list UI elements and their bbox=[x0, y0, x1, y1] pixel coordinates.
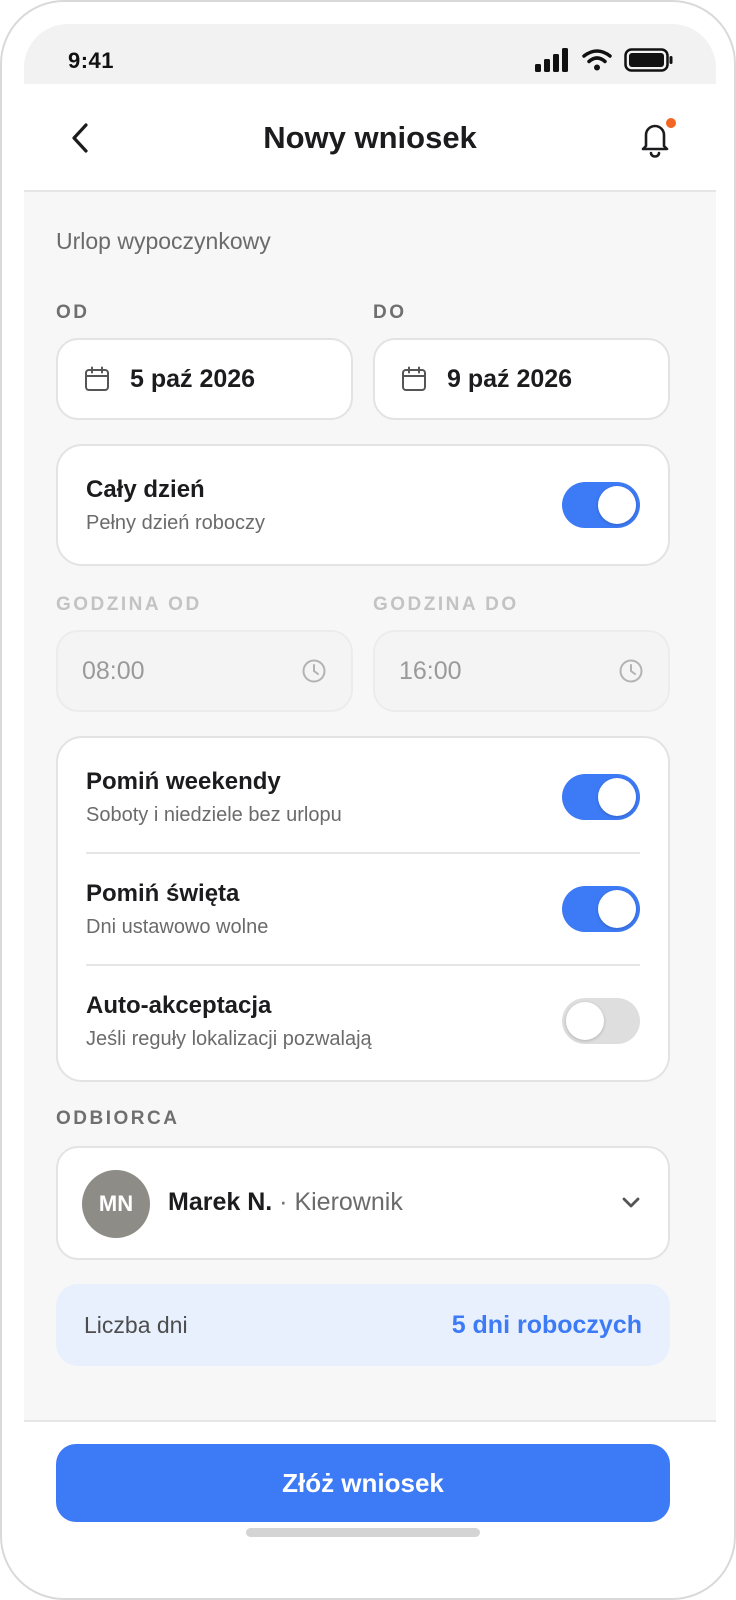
to-date-value: 9 paź 2026 bbox=[447, 364, 573, 393]
recipient-label: ODBIORCA bbox=[56, 1108, 180, 1129]
to-date-field[interactable]: 9 paź 2026 bbox=[373, 338, 670, 420]
notifications-button[interactable] bbox=[638, 116, 678, 158]
clock-icon bbox=[619, 659, 643, 683]
all-day-row: Cały dzień Pełny dzień roboczy bbox=[86, 476, 640, 535]
time-to-value: 16:00 bbox=[399, 656, 462, 685]
leave-type-label: Urlop wypoczynkowy bbox=[56, 228, 271, 254]
to-date-label: DO bbox=[373, 302, 407, 323]
battery-icon bbox=[624, 48, 673, 72]
toggle-knob bbox=[598, 890, 636, 928]
options-card: Pomiń weekendy Soboty i niedziele bez ur… bbox=[56, 736, 670, 1082]
calendar-icon bbox=[85, 366, 109, 391]
divider bbox=[86, 852, 640, 854]
all-day-card: Cały dzień Pełny dzień roboczy bbox=[56, 444, 670, 566]
calendar-icon bbox=[402, 366, 426, 391]
recipient-role: · Kierownik bbox=[279, 1188, 403, 1216]
auto-accept-toggle[interactable] bbox=[562, 998, 640, 1044]
page-title: Nowy wniosek bbox=[263, 120, 477, 155]
toggle-knob bbox=[566, 1002, 604, 1040]
skip-holidays-toggle[interactable] bbox=[562, 886, 640, 932]
submit-button[interactable]: Złóż wniosek bbox=[56, 1444, 670, 1522]
toggle-knob bbox=[598, 778, 636, 816]
from-date-value: 5 paź 2026 bbox=[130, 364, 256, 393]
auto-accept-title: Auto-akceptacja bbox=[86, 992, 272, 1019]
skip-holidays-row: Pomiń święta Dni ustawowo wolne bbox=[86, 880, 640, 939]
skip-holidays-title: Pomiń święta bbox=[86, 880, 240, 907]
recipient-select[interactable]: MN Marek N. · Kierownik bbox=[56, 1146, 670, 1260]
divider bbox=[86, 964, 640, 966]
recipient-name-line: Marek N. · Kierownik bbox=[168, 1188, 403, 1217]
all-day-toggle[interactable] bbox=[562, 482, 640, 528]
skip-weekends-title: Pomiń weekendy bbox=[86, 768, 281, 795]
notification-dot bbox=[666, 118, 676, 128]
status-bar: 9:41 bbox=[24, 24, 716, 84]
time-to-field[interactable]: 16:00 bbox=[373, 630, 670, 712]
phone-frame: 9:41 Nowy wniosek Urlop wypoczynkowy OD … bbox=[0, 0, 736, 1600]
auto-accept-row: Auto-akceptacja Jeśli reguły lokalizacji… bbox=[86, 992, 640, 1051]
skip-weekends-row: Pomiń weekendy Soboty i niedziele bez ur… bbox=[86, 768, 640, 827]
toggle-knob bbox=[598, 486, 636, 524]
home-indicator bbox=[246, 1528, 480, 1537]
skip-weekends-toggle[interactable] bbox=[562, 774, 640, 820]
all-day-title: Cały dzień bbox=[86, 476, 205, 503]
auto-accept-subtitle: Jeśli reguły lokalizacji pozwalają bbox=[86, 1028, 372, 1050]
from-date-label: OD bbox=[56, 302, 90, 323]
signal-icon bbox=[535, 48, 568, 72]
time-from-field[interactable]: 08:00 bbox=[56, 630, 353, 712]
all-day-subtitle: Pełny dzień roboczy bbox=[86, 512, 265, 534]
time-from-label: GODZINA OD bbox=[56, 594, 202, 615]
time-from-value: 08:00 bbox=[82, 656, 145, 685]
days-count-value: 5 dni roboczych bbox=[451, 1311, 642, 1339]
clock-icon bbox=[302, 659, 326, 683]
days-summary: Liczba dni 5 dni roboczych bbox=[56, 1284, 670, 1366]
days-count-label: Liczba dni bbox=[84, 1312, 188, 1338]
skip-holidays-subtitle: Dni ustawowo wolne bbox=[86, 916, 269, 938]
wifi-icon bbox=[582, 49, 612, 71]
avatar: MN bbox=[82, 1170, 150, 1238]
app-header: Nowy wniosek bbox=[24, 84, 716, 192]
recipient-name: Marek N. bbox=[168, 1188, 273, 1216]
skip-weekends-subtitle: Soboty i niedziele bez urlopu bbox=[86, 804, 342, 826]
from-date-field[interactable]: 5 paź 2026 bbox=[56, 338, 353, 420]
screen: 9:41 Nowy wniosek Urlop wypoczynkowy OD … bbox=[24, 24, 716, 1584]
time-to-label: GODZINA DO bbox=[373, 594, 519, 615]
status-icons bbox=[534, 48, 674, 72]
chevron-down-icon bbox=[622, 1197, 640, 1208]
footer: Złóż wniosek bbox=[24, 1420, 716, 1584]
status-time: 9:41 bbox=[68, 48, 115, 73]
